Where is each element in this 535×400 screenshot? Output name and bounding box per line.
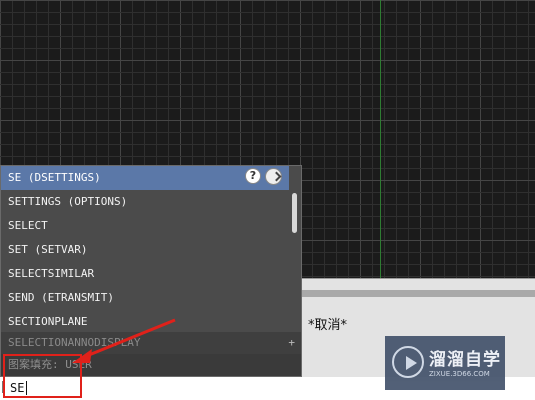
watermark-subtitle: ZIXUE.3D66.COM bbox=[429, 370, 490, 378]
play-circle-icon bbox=[392, 346, 424, 378]
watermark-title: 溜溜自学 bbox=[429, 350, 501, 370]
watermark-logo: 溜溜自学 ZIXUE.3D66.COM bbox=[385, 336, 505, 390]
